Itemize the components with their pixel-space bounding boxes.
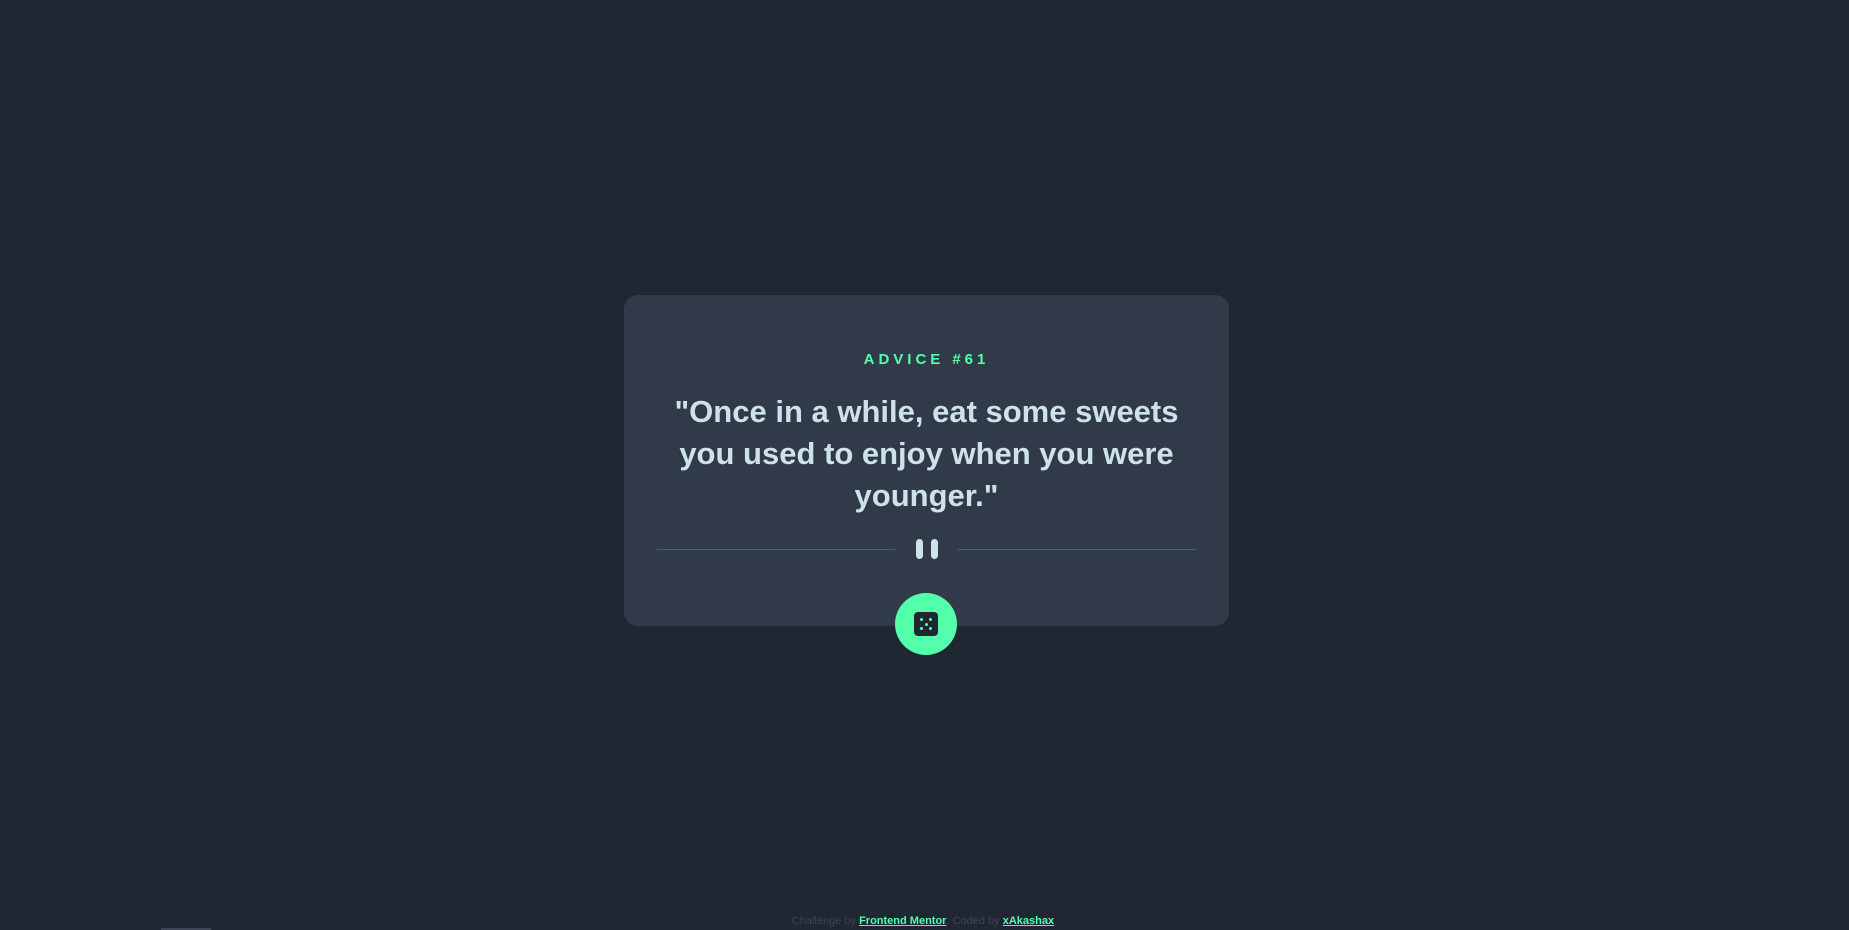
divider	[657, 539, 1196, 559]
pause-icon	[914, 539, 940, 559]
divider-line-left	[657, 549, 895, 550]
author-link[interactable]: xAkashax	[1003, 915, 1054, 927]
page: ADVICE #61 "Once in a while, eat some swe…	[0, 0, 1849, 930]
new-advice-button[interactable]	[895, 593, 957, 655]
challenge-prefix: Challenge by	[791, 915, 857, 927]
advice-id: ADVICE #61	[624, 351, 1229, 368]
frontend-mentor-link[interactable]: Frontend Mentor	[859, 915, 946, 927]
coded-prefix: Coded by	[952, 915, 1000, 927]
dice-icon	[914, 612, 938, 636]
advice-label: ADVICE	[863, 351, 945, 368]
advice-card: ADVICE #61 "Once in a while, eat some swe…	[624, 295, 1229, 626]
advice-quote: "Once in a while, eat some sweets you us…	[674, 394, 1179, 513]
attribution: Challenge by Frontend Mentor. Coded by x…	[791, 915, 1058, 927]
divider-line-right	[958, 549, 1196, 550]
advice-number: #61	[952, 351, 990, 368]
